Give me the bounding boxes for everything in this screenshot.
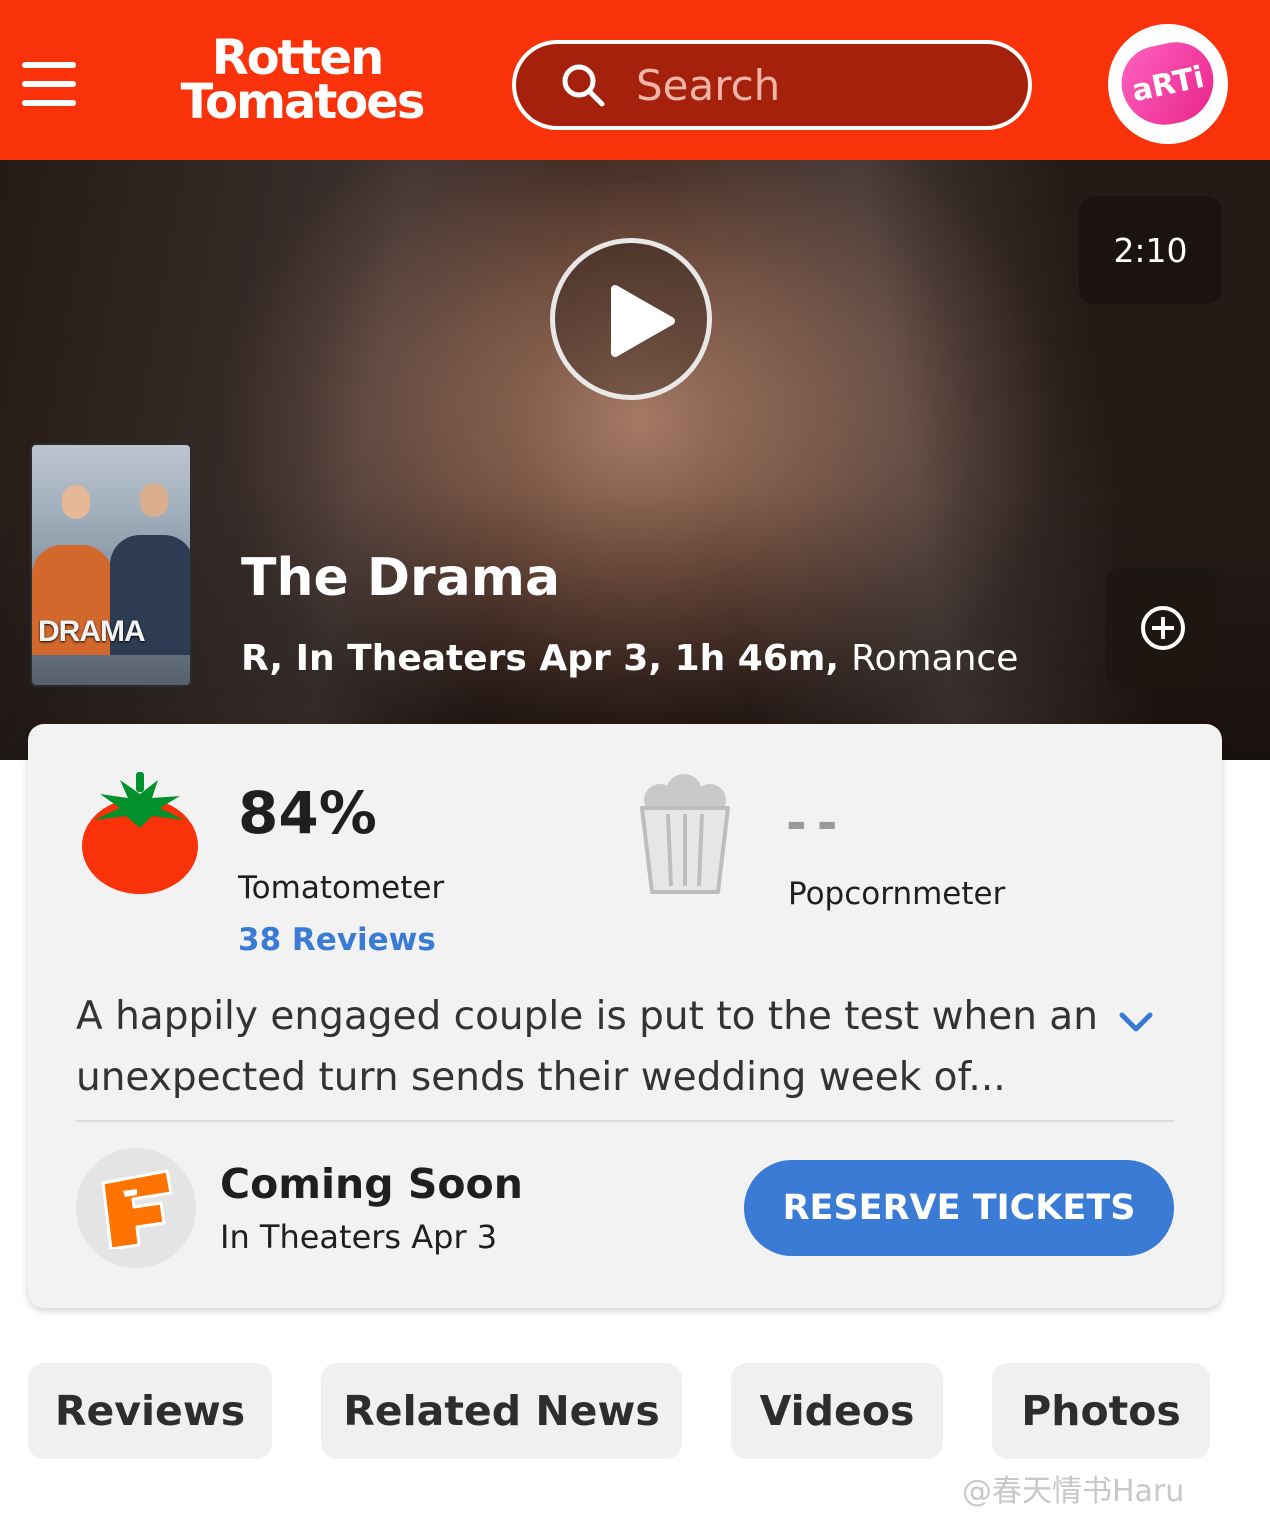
- video-duration-badge: 2:10: [1079, 196, 1222, 304]
- search-icon: [562, 64, 605, 107]
- movie-rating-release-runtime: R, In Theaters Apr 3, 1h 46m,: [241, 638, 840, 679]
- watermark: @春天情书Haru: [962, 1474, 1185, 1509]
- tab-related-news[interactable]: Related News: [321, 1363, 682, 1459]
- reserve-tickets-button[interactable]: RESERVE TICKETS: [744, 1160, 1174, 1256]
- search-input[interactable]: [636, 60, 996, 110]
- divider: [76, 1120, 1174, 1122]
- add-to-watchlist-button[interactable]: [1105, 568, 1221, 688]
- play-icon: [611, 285, 675, 357]
- movie-genre: Romance: [851, 638, 1019, 679]
- search-bar[interactable]: [512, 40, 1032, 130]
- tomatometer-label: Tomatometer: [238, 870, 445, 906]
- top-header: Rotten Tomatoes aRTi: [0, 0, 1270, 160]
- theater-release-date: In Theaters Apr 3: [220, 1218, 498, 1256]
- play-trailer-button[interactable]: [550, 238, 712, 400]
- movie-poster[interactable]: DRAMA: [30, 443, 192, 687]
- hamburger-menu-icon[interactable]: [22, 62, 76, 106]
- logo-line-2: Tomatoes: [180, 74, 426, 130]
- movie-title: The Drama: [241, 548, 561, 608]
- tab-reviews[interactable]: Reviews: [28, 1363, 272, 1459]
- tab-videos[interactable]: Videos: [731, 1363, 943, 1459]
- fandango-logo-icon: [76, 1148, 196, 1268]
- ticket-status: Coming Soon: [220, 1160, 523, 1208]
- tab-photos[interactable]: Photos: [992, 1363, 1210, 1459]
- tomatometer-score: 84%: [238, 779, 377, 847]
- popcorn-bucket-icon: [640, 774, 730, 894]
- plus-circle-icon: [1141, 606, 1185, 650]
- avatar-text: aRTi: [1114, 35, 1222, 133]
- reviews-count-link[interactable]: 38 Reviews: [238, 922, 436, 958]
- movie-meta: R, In Theaters Apr 3, 1h 46m, Romance: [241, 638, 1018, 679]
- fresh-tomato-icon: [82, 772, 198, 894]
- rotten-tomatoes-logo[interactable]: Rotten Tomatoes: [132, 34, 462, 132]
- poster-title: DRAMA: [38, 615, 146, 648]
- user-avatar[interactable]: aRTi: [1108, 24, 1228, 144]
- movie-synopsis: A happily engaged couple is put to the t…: [76, 994, 1098, 1100]
- trailer-hero[interactable]: 2:10 DRAMA The Drama R, In Theaters Apr …: [0, 160, 1270, 760]
- popcornmeter-score: --: [786, 794, 848, 852]
- chevron-down-icon[interactable]: [1116, 1002, 1156, 1042]
- popcornmeter-label: Popcornmeter: [788, 876, 1006, 912]
- score-card: 84% Tomatometer 38 Reviews -- Popcornmet…: [28, 724, 1222, 1308]
